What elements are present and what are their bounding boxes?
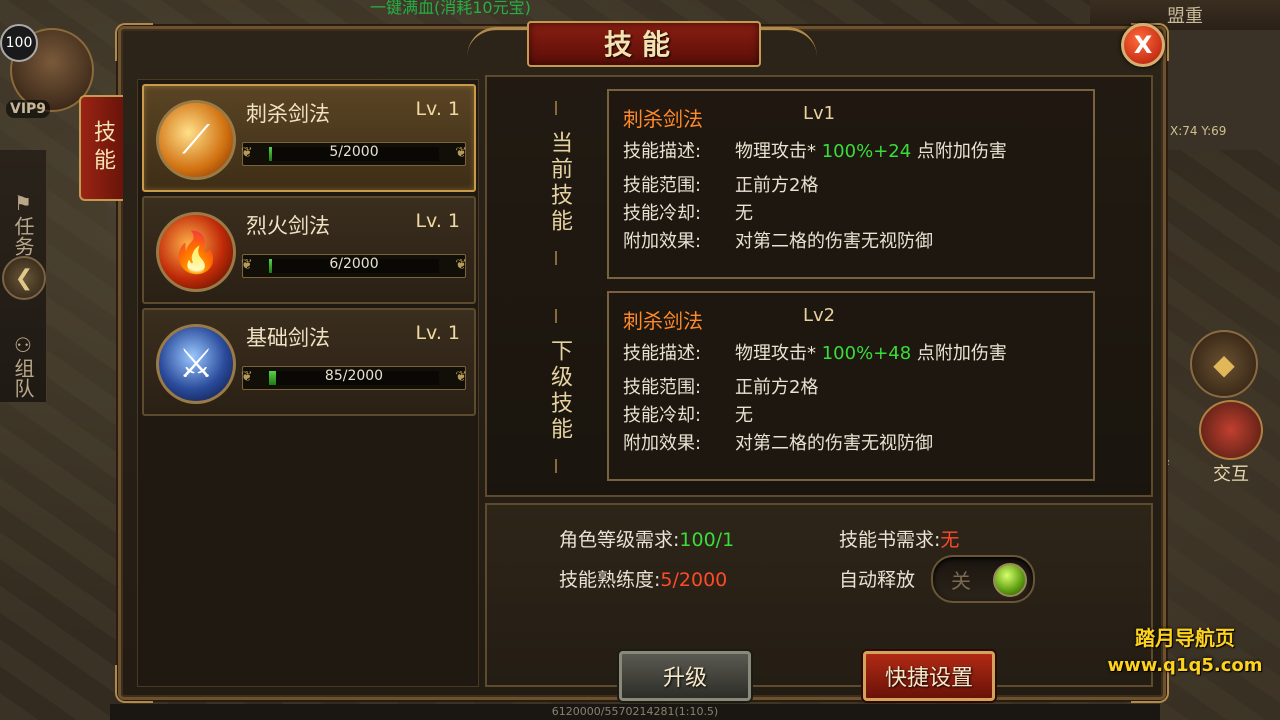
requirements-panel: 角色等级需求:100/1 技能书需求:无 技能熟练度:5/2000 自动释放 关… [485, 503, 1153, 701]
sidebar-tasks-button[interactable]: ⚑ 任务 [0, 190, 46, 262]
vip-badge[interactable]: VIP9 [6, 100, 51, 118]
skill-progress-bar: ❦ ❦ 85/2000 [241, 366, 467, 390]
basic-sword-icon: ⚔ [156, 324, 236, 404]
role-level-requirement: 角色等级需求:100/1 [559, 529, 735, 551]
skill-description-row: 技能描述: 物理攻击* 100%+24 点附加伤害 [623, 141, 1007, 162]
window-title: 技能 [603, 28, 680, 61]
map-coords: X:74 Y:69 [1170, 124, 1227, 138]
interact-label: 交互 [1213, 464, 1249, 485]
fist-icon [1199, 400, 1263, 460]
sidebar-tasks-label: 任务 [11, 216, 35, 256]
toggle-knob [993, 563, 1027, 597]
upgrade-button[interactable]: 升级 [619, 651, 751, 701]
current-skill-label: 当前技能 [529, 101, 589, 265]
tab-skills[interactable]: 技能 [79, 95, 123, 201]
skill-description-row: 技能描述: 物理攻击* 100%+48 点附加伤害 [623, 343, 1007, 364]
sidebar-team-label: 组队 [11, 358, 35, 398]
team-icon: ⚇ [14, 333, 32, 357]
current-skill-card: 刺杀剑法 Lv1 技能描述: 物理攻击* 100%+24 点附加伤害 技能范围: 正… [607, 89, 1095, 279]
skill-level: Lv. 1 [415, 210, 460, 232]
watermark-line2: www.q1q5.com [1107, 655, 1263, 676]
skill-name: 烈火剑法 [246, 214, 330, 238]
auto-release-toggle[interactable]: 关 [931, 555, 1035, 603]
progress-text: 6/2000 [329, 256, 379, 272]
skill-progress-bar: ❦ ❦ 6/2000 [241, 254, 467, 278]
skill-level: Lv. 1 [415, 98, 460, 120]
skill-book-requirement: 技能书需求:无 [839, 529, 960, 551]
skill-list-item[interactable]: ⚔ 基础剑法 Lv. 1 ❦ ❦ 85/2000 [142, 308, 476, 416]
skill-window: 技能 X 技能 ⟋ 刺杀剑法 Lv. 1 ❦ ❦ 5/2000 🔥 烈火剑法 L… [79, 21, 1169, 703]
skill-info-panel: 当前技能 下级技能 刺杀剑法 Lv1 技能描述: 物理攻击* 100%+24 点附… [485, 75, 1153, 497]
menu-diamond-icon[interactable]: ◆ [1190, 330, 1258, 398]
quick-setting-button[interactable]: 快捷设置 [863, 651, 995, 701]
close-button[interactable]: X [1121, 23, 1165, 67]
auto-release-label: 自动释放 [839, 569, 916, 591]
card-skill-level: Lv1 [803, 103, 836, 124]
flag-icon: ⚑ [14, 191, 32, 215]
corner-ornament [115, 23, 153, 61]
skill-progress-bar: ❦ ❦ 5/2000 [241, 142, 467, 166]
skill-list: ⟋ 刺杀剑法 Lv. 1 ❦ ❦ 5/2000 🔥 烈火剑法 Lv. 1 ❦ ❦… [137, 79, 479, 687]
proficiency-requirement: 技能熟练度:5/2000 [559, 569, 728, 591]
skill-name: 刺杀剑法 [246, 102, 330, 126]
skill-range-row: 技能范围: 正前方2格 [623, 175, 819, 196]
stab-sword-icon: ⟋ [156, 100, 236, 180]
watermark: 踏月导航页 www.q1q5.com [1100, 622, 1270, 676]
sidebar-team-button[interactable]: ⚇ 组队 [0, 332, 46, 404]
damage-value: 100%+24 [821, 141, 912, 162]
fire-sword-icon: 🔥 [156, 212, 236, 292]
skill-list-item[interactable]: ⟋ 刺杀剑法 Lv. 1 ❦ ❦ 5/2000 [142, 84, 476, 192]
card-skill-name: 刺杀剑法 [623, 309, 703, 333]
card-skill-level: Lv2 [803, 305, 836, 326]
card-skill-name: 刺杀剑法 [623, 107, 703, 131]
skill-effect-row: 附加效果: 对第二格的伤害无视防御 [623, 433, 933, 454]
progress-text: 5/2000 [329, 144, 379, 160]
interact-button[interactable]: 交互 [1196, 400, 1266, 485]
chevron-left-icon[interactable]: ❮ [2, 256, 46, 300]
toggle-state-label: 关 [951, 569, 971, 593]
next-skill-card: 刺杀剑法 Lv2 技能描述: 物理攻击* 100%+48 点附加伤害 技能范围: 正… [607, 291, 1095, 481]
skill-cooldown-row: 技能冷却: 无 [623, 405, 753, 426]
skill-level: Lv. 1 [415, 322, 460, 344]
skill-range-row: 技能范围: 正前方2格 [623, 377, 819, 398]
progress-text: 85/2000 [324, 368, 384, 384]
next-skill-label: 下级技能 [529, 309, 589, 473]
skill-effect-row: 附加效果: 对第二格的伤害无视防御 [623, 231, 933, 252]
watermark-line1: 踏月导航页 [1135, 626, 1235, 650]
damage-value: 100%+48 [821, 343, 912, 364]
top-banner-text[interactable]: 一键满血(消耗10元宝) [370, 0, 670, 17]
title-plate: 技能 [467, 15, 817, 71]
skill-name: 基础剑法 [246, 326, 330, 350]
skill-cooldown-row: 技能冷却: 无 [623, 203, 753, 224]
bottom-exp-bar: 6120000/5570214281(1:10.5) [110, 704, 1160, 720]
player-level-badge: 100 [0, 24, 38, 62]
skill-list-item[interactable]: 🔥 烈火剑法 Lv. 1 ❦ ❦ 6/2000 [142, 196, 476, 304]
close-icon: X [1133, 31, 1153, 59]
